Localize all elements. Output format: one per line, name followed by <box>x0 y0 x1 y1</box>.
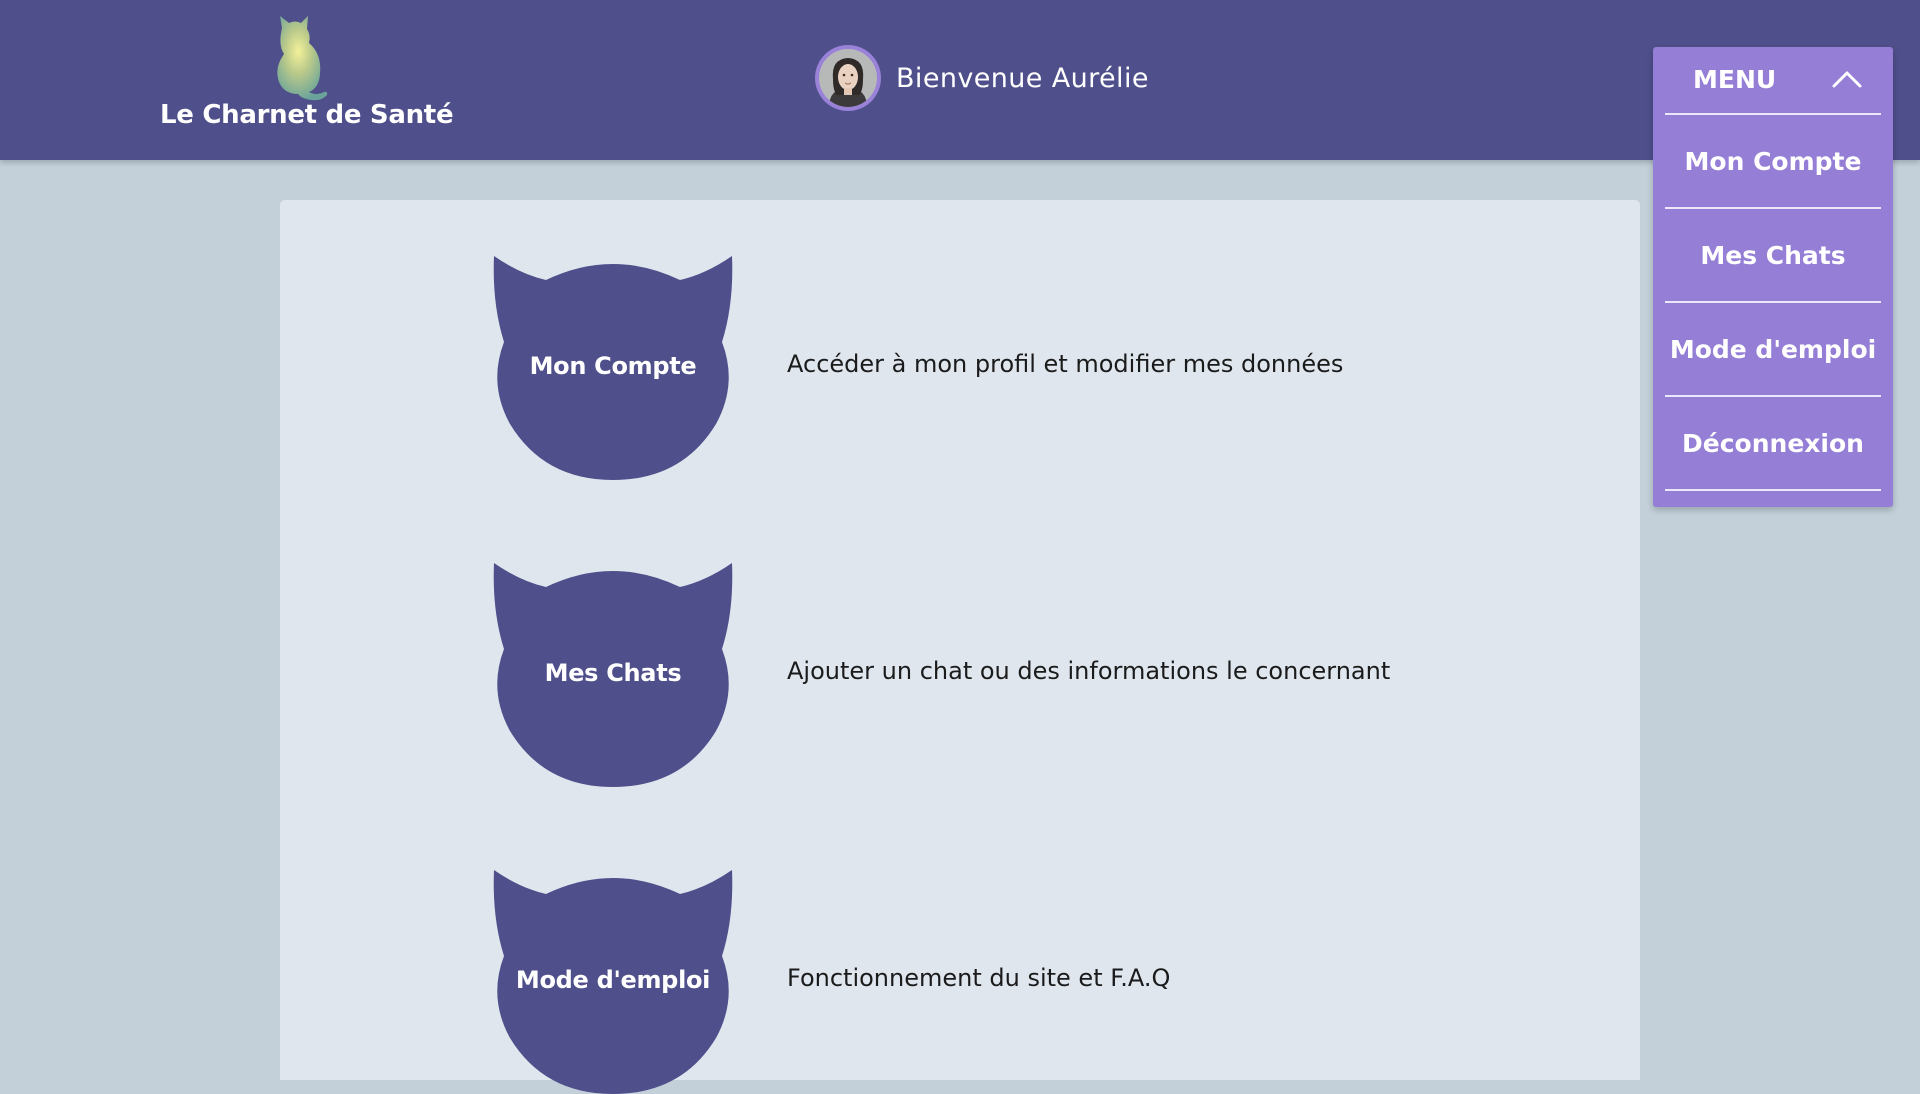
chevron-up-icon <box>1832 71 1862 88</box>
menu-item-deconnexion[interactable]: Déconnexion <box>1665 397 1881 489</box>
card-description: Ajouter un chat ou des informations le c… <box>787 657 1391 685</box>
brand-logo[interactable]: Le Charnet de Santé <box>160 14 454 139</box>
main-panel: Mon Compte Accéder à mon profil et modif… <box>280 200 1640 1094</box>
dropdown-menu: MENU Mon Compte Mes Chats Mode d'emploi … <box>1653 47 1893 507</box>
menu-title: MENU <box>1693 65 1777 94</box>
menu-item-mode-emploi[interactable]: Mode d'emploi <box>1665 303 1881 395</box>
top-header: Le Charnet de Santé Bienvenue Aurélie <box>0 0 1920 160</box>
menu-item-mon-compte[interactable]: Mon Compte <box>1665 115 1881 207</box>
card-label: Mode d'emploi <box>515 966 711 994</box>
welcome-message: Bienvenue Aurélie <box>896 62 1149 94</box>
mon-compte-button[interactable]: Mon Compte <box>492 254 734 480</box>
card-label: Mon Compte <box>529 352 697 380</box>
menu-item-mes-chats[interactable]: Mes Chats <box>1665 209 1881 301</box>
card-label: Mes Chats <box>544 659 682 687</box>
card-row-mes-chats: Mes Chats Ajouter un chat ou des informa… <box>492 561 1492 787</box>
menu-divider <box>1665 489 1881 491</box>
menu-toggle-button[interactable]: MENU <box>1653 47 1893 113</box>
card-row-mon-compte: Mon Compte Accéder à mon profil et modif… <box>492 254 1492 480</box>
user-photo <box>819 49 877 107</box>
card-description: Fonctionnement du site et F.A.Q <box>787 964 1171 992</box>
card-description: Accéder à mon profil et modifier mes don… <box>787 350 1344 378</box>
mode-emploi-button[interactable]: Mode d'emploi <box>492 868 734 1094</box>
card-row-mode-emploi: Mode d'emploi Fonctionnement du site et … <box>492 868 1492 1094</box>
mes-chats-button[interactable]: Mes Chats <box>492 561 734 787</box>
brand-name: Le Charnet de Santé <box>160 100 454 130</box>
cat-logo-icon <box>277 16 328 101</box>
user-welcome: Bienvenue Aurélie <box>815 44 1149 112</box>
avatar[interactable] <box>815 45 881 111</box>
